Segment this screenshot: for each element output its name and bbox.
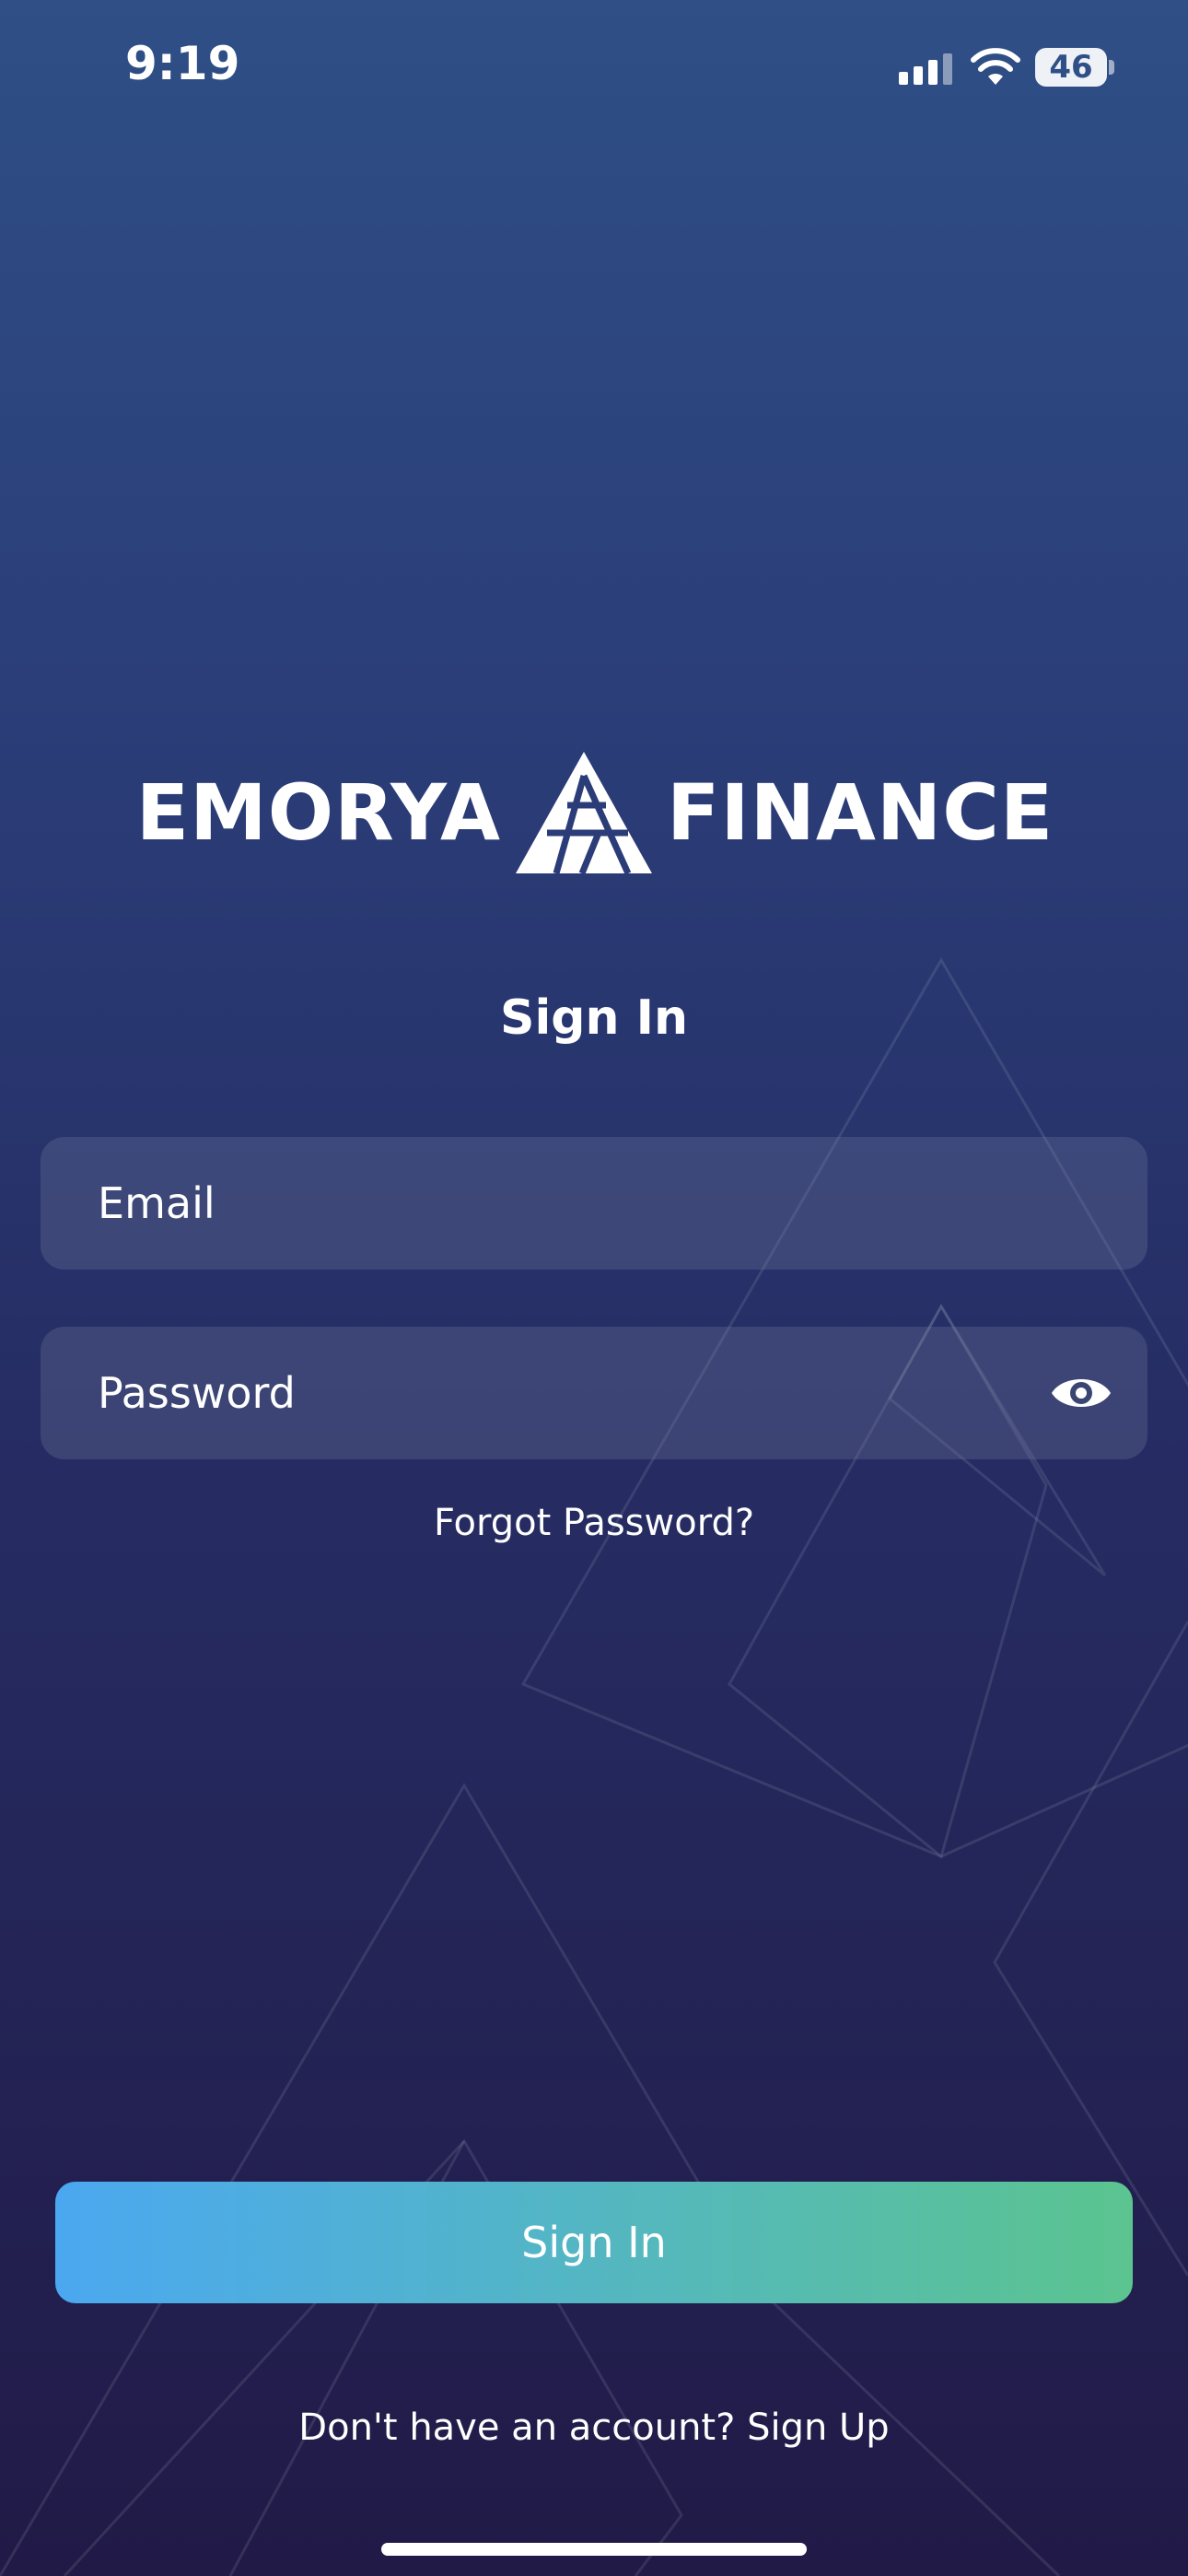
signup-prompt-text: Don't have an account? xyxy=(298,2406,736,2449)
cellular-signal-icon xyxy=(899,53,952,85)
wifi-icon xyxy=(971,48,1020,85)
show-password-eye-icon[interactable] xyxy=(1048,1367,1114,1419)
logo-word-right: FINANCE xyxy=(666,767,1054,858)
email-field-container xyxy=(41,1137,1147,1270)
sign-up-link[interactable]: Sign Up xyxy=(747,2406,890,2449)
sign-in-button[interactable]: Sign In xyxy=(55,2182,1133,2303)
home-indicator[interactable] xyxy=(381,2543,807,2556)
password-field[interactable] xyxy=(41,1327,1147,1459)
logo-word-left: EMORYA xyxy=(135,767,501,858)
page-title: Sign In xyxy=(500,990,688,1046)
brand-logo: EMORYA FINANCE xyxy=(134,748,1055,877)
signup-prompt: Don't have an account? Sign Up xyxy=(0,2406,1188,2449)
forgot-password-link[interactable]: Forgot Password? xyxy=(0,1502,1188,1544)
status-bar: 9:19 46 xyxy=(0,0,1188,138)
password-field-container xyxy=(41,1327,1147,1459)
status-time: 9:19 xyxy=(125,37,240,90)
logo-mountain-icon xyxy=(515,752,652,875)
battery-level: 46 xyxy=(1049,49,1093,86)
battery-tip xyxy=(1109,60,1114,75)
email-field[interactable] xyxy=(41,1137,1147,1270)
battery-icon: 46 xyxy=(1035,48,1114,87)
